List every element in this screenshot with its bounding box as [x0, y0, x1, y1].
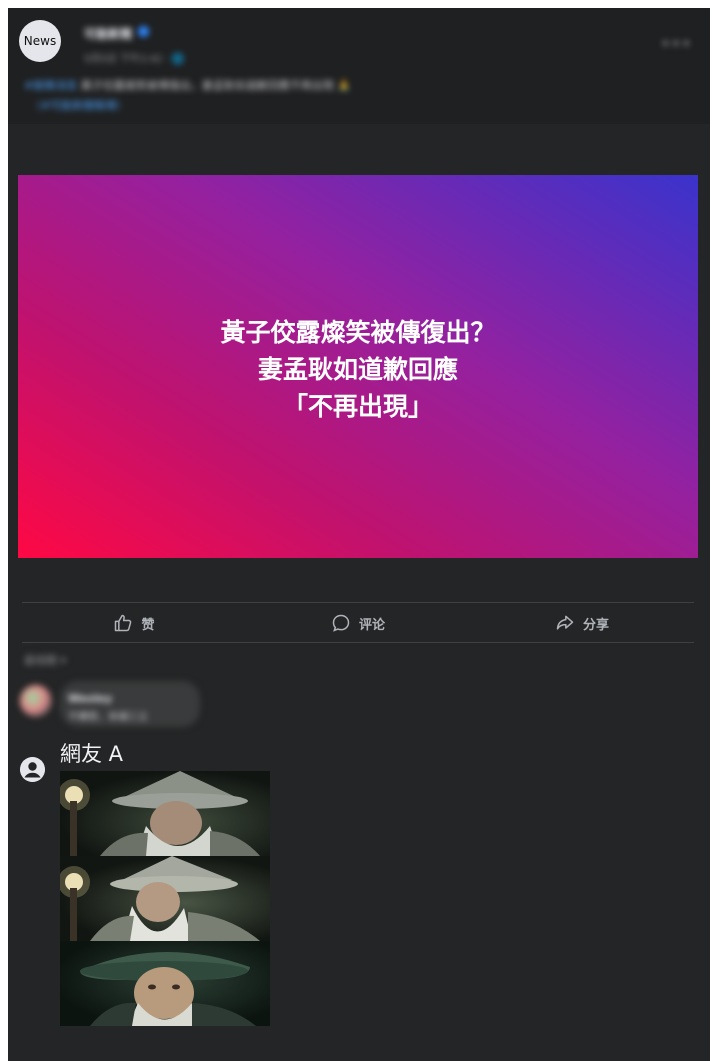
meme-panel — [60, 941, 270, 1026]
headline-line: 「不再出現」 — [282, 392, 433, 421]
headline-line: 黃子佼露燦笑被傳復出？ — [220, 318, 496, 347]
post-image-headline: 黃子佼露燦笑被傳復出？ 妻孟耿如道歉回應 「不再出現」 — [220, 314, 495, 425]
thumbs-up-icon — [115, 614, 132, 632]
comment-sort-dropdown[interactable]: 最相關 ▾ — [24, 652, 66, 668]
commenter-avatar[interactable] — [20, 685, 52, 717]
post-caption: #娛樂消息 黃子佼露燦笑被傳復出，妻孟耿如道歉回應不再出現 🙏 — [24, 77, 351, 93]
meme-panel — [60, 771, 270, 856]
comment-label: 评论 — [358, 617, 385, 633]
page-avatar[interactable]: News — [19, 20, 61, 62]
share-icon — [556, 615, 574, 630]
reply-user-name[interactable]: 網友 A — [60, 738, 123, 768]
like-label: 赞 — [141, 617, 155, 633]
verified-badge-icon — [138, 26, 149, 37]
divider — [22, 642, 694, 643]
caption-hashtag[interactable]: #娛樂消息 — [24, 79, 77, 92]
post-actions-bar: 赞 评论 分享 — [22, 604, 694, 642]
comment-meme-image[interactable] — [60, 771, 270, 1026]
like-button[interactable]: 赞 — [22, 604, 246, 642]
meme-panel — [60, 856, 270, 941]
share-button[interactable]: 分享 — [470, 604, 694, 642]
facebook-post: News 可能新聞 5月5日 下午2:42 · 🌐 ••• #娛樂消息 黃子佼露… — [8, 8, 710, 1061]
page-avatar-label: News — [23, 34, 57, 48]
commenter-name[interactable]: Wesley — [68, 692, 112, 705]
share-label: 分享 — [582, 617, 609, 633]
comment-text: 不轉發，來補三立 — [68, 712, 148, 723]
post-image[interactable]: 黃子佼露燦笑被傳復出？ 妻孟耿如道歉回應 「不再出現」 — [18, 175, 698, 558]
divider — [22, 602, 694, 603]
comment-icon — [332, 614, 350, 632]
comment-button[interactable]: 评论 — [246, 604, 470, 642]
more-horizontal-icon[interactable]: ••• — [661, 34, 692, 53]
headline-line: 妻孟耿如道歉回應 — [257, 355, 458, 384]
user-circle-icon[interactable] — [20, 757, 45, 782]
post-timestamp[interactable]: 5月5日 下午2:42 · 🌐 — [84, 50, 184, 65]
caption-text: 黃子佼露燦笑被傳復出，妻孟耿如道歉回應不再出現 🙏 — [80, 79, 351, 92]
page-name[interactable]: 可能新聞 — [84, 25, 132, 42]
caption-link[interactable]: （#可能新聞報導） — [30, 97, 127, 113]
